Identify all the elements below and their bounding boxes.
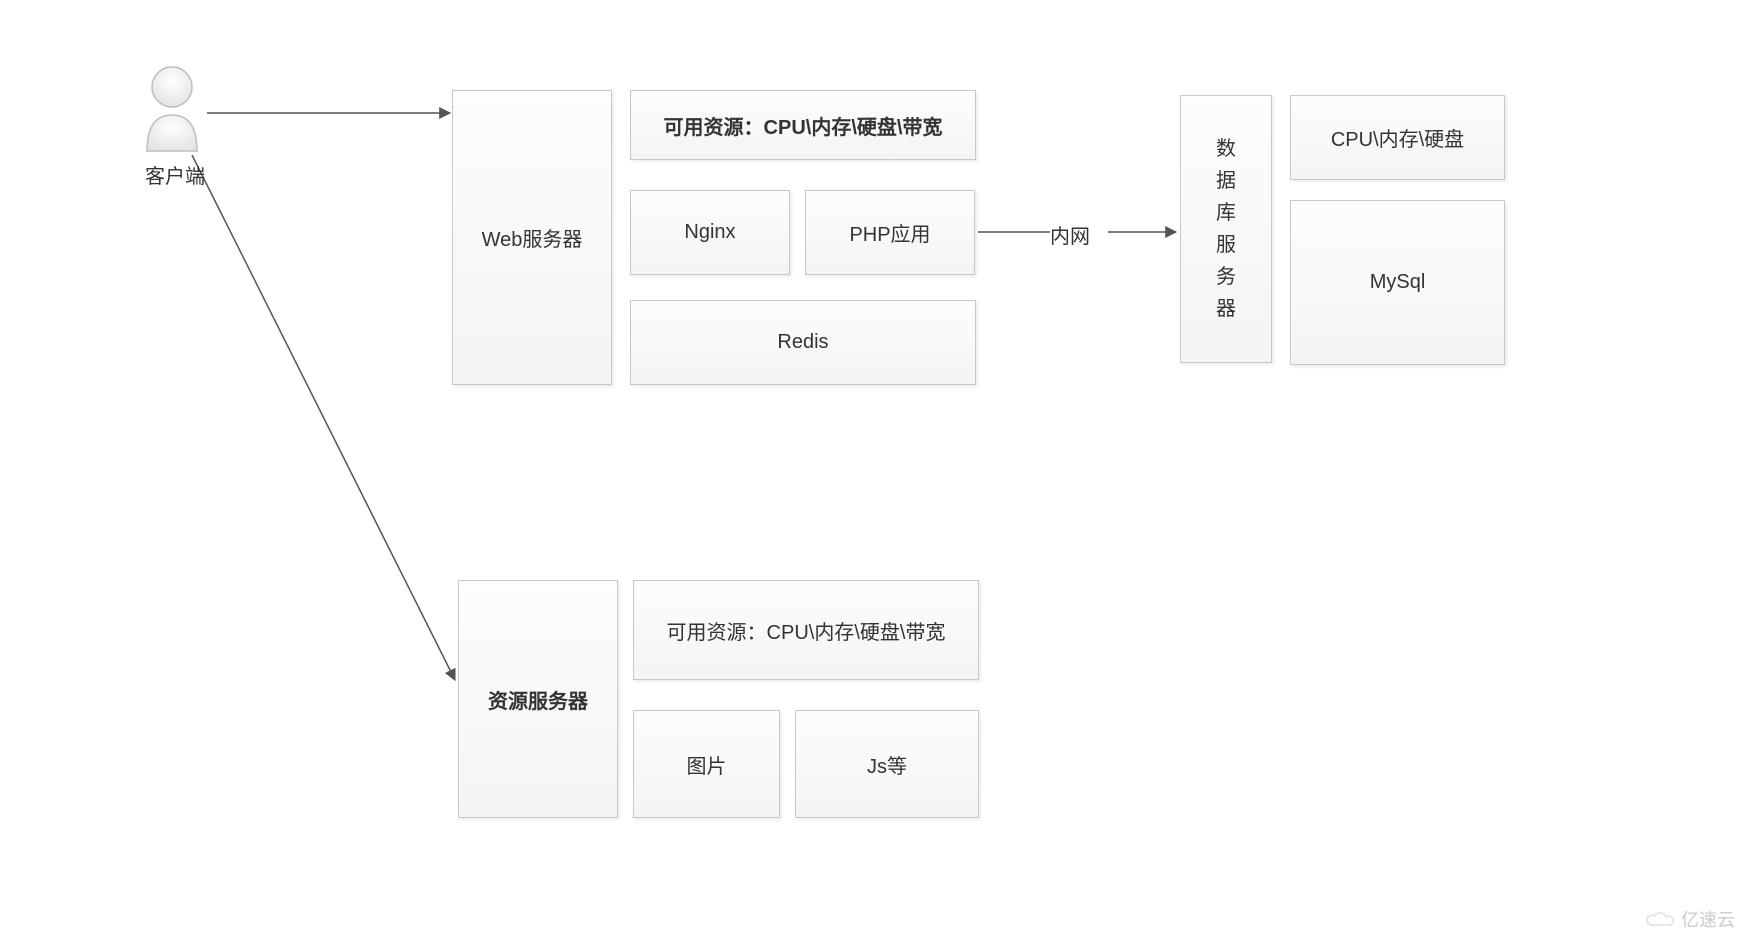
php-label: PHP应用 [849,218,930,247]
img-box: 图片 [633,710,780,818]
web-server-box: Web服务器 [452,90,612,385]
nginx-box: Nginx [630,190,790,275]
watermark: 亿速云 [1645,906,1735,932]
js-box: Js等 [795,710,979,818]
db-server-box: 数据库服务器 [1180,95,1272,363]
redis-label: Redis [777,331,828,354]
resource-resources-box: 可用资源：CPU\内存\硬盘\带宽 [633,580,979,680]
nginx-label: Nginx [684,221,735,244]
resource-resources-label: 可用资源：CPU\内存\硬盘\带宽 [667,616,946,645]
resource-server-title: 资源服务器 [488,685,588,714]
js-label: Js等 [867,750,907,779]
cloud-icon [1645,909,1675,929]
mysql-label: MySql [1370,271,1426,294]
resource-server-box: 资源服务器 [458,580,618,818]
img-label: 图片 [687,750,727,779]
web-server-title: Web服务器 [482,223,583,252]
web-resources-label: 可用资源：CPU\内存\硬盘\带宽 [664,111,943,140]
redis-box: Redis [630,300,976,385]
intranet-label: 内网 [1050,220,1090,249]
client-label: 客户端 [140,160,210,189]
watermark-text: 亿速云 [1681,906,1735,932]
mysql-box: MySql [1290,200,1505,365]
client-user-icon [137,63,207,153]
php-box: PHP应用 [805,190,975,275]
db-spec-label: CPU\内存\硬盘 [1331,123,1464,152]
web-resources-box: 可用资源：CPU\内存\硬盘\带宽 [630,90,976,160]
db-spec-box: CPU\内存\硬盘 [1290,95,1505,180]
db-server-title: 数据库服务器 [1216,133,1236,325]
